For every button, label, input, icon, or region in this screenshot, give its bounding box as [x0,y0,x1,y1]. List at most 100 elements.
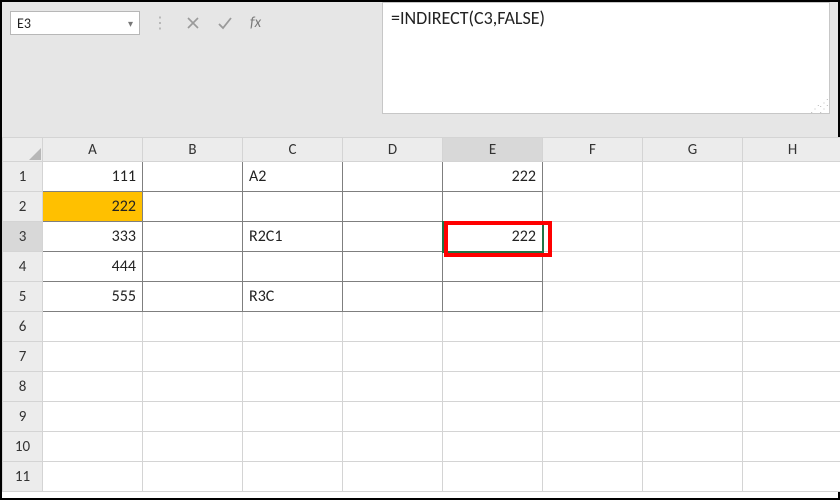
cell-A6[interactable] [43,312,143,342]
cell-F1[interactable] [543,162,643,192]
cell-F7[interactable] [543,342,643,372]
column-header-G[interactable]: G [643,138,743,162]
cell-B6[interactable] [143,312,243,342]
row-header-11[interactable]: 11 [3,462,43,492]
cell-B7[interactable] [143,342,243,372]
cell-G9[interactable] [643,402,743,432]
cell-D7[interactable] [343,342,443,372]
cell-B9[interactable] [143,402,243,432]
cell-B2[interactable] [143,192,243,222]
cell-H3[interactable] [743,222,840,252]
cell-B5[interactable] [143,282,243,312]
cell-B11[interactable] [143,462,243,492]
select-all-corner[interactable] [3,138,43,162]
cell-C1[interactable]: A2 [243,162,343,192]
cell-B8[interactable] [143,372,243,402]
cell-H4[interactable] [743,252,840,282]
cell-E3[interactable]: 222 [443,222,543,252]
cell-D11[interactable] [343,462,443,492]
row-header-6[interactable]: 6 [3,312,43,342]
cell-E2[interactable] [443,192,543,222]
row-header-4[interactable]: 4 [3,252,43,282]
cell-B1[interactable] [143,162,243,192]
cell-D5[interactable] [343,282,443,312]
cell-G3[interactable] [643,222,743,252]
cell-A1[interactable]: 111 [43,162,143,192]
cell-G6[interactable] [643,312,743,342]
cell-G5[interactable] [643,282,743,312]
cell-H10[interactable] [743,432,840,462]
cell-G4[interactable] [643,252,743,282]
cell-B10[interactable] [143,432,243,462]
cell-C8[interactable] [243,372,343,402]
row-header-8[interactable]: 8 [3,372,43,402]
row-header-7[interactable]: 7 [3,342,43,372]
cell-H5[interactable] [743,282,840,312]
cancel-formula-button[interactable] [180,12,206,34]
cell-E5[interactable] [443,282,543,312]
cell-C6[interactable] [243,312,343,342]
cell-H9[interactable] [743,402,840,432]
cell-B3[interactable] [143,222,243,252]
cell-D2[interactable] [343,192,443,222]
cell-E6[interactable] [443,312,543,342]
column-header-F[interactable]: F [543,138,643,162]
cell-A2[interactable]: 222 [43,192,143,222]
name-box[interactable]: E3 ▾ [10,11,140,35]
row-header-2[interactable]: 2 [3,192,43,222]
cell-G7[interactable] [643,342,743,372]
row-header-3[interactable]: 3 [3,222,43,252]
cell-A8[interactable] [43,372,143,402]
cell-D4[interactable] [343,252,443,282]
cell-F5[interactable] [543,282,643,312]
cell-F8[interactable] [543,372,643,402]
cell-A10[interactable] [43,432,143,462]
cell-D6[interactable] [343,312,443,342]
cell-E9[interactable] [443,402,543,432]
cell-H2[interactable] [743,192,840,222]
cell-B4[interactable] [143,252,243,282]
cell-D3[interactable] [343,222,443,252]
column-header-E[interactable]: E [443,138,543,162]
column-header-A[interactable]: A [43,138,143,162]
row-header-1[interactable]: 1 [3,162,43,192]
row-header-10[interactable]: 10 [3,432,43,462]
cell-H6[interactable] [743,312,840,342]
spreadsheet-grid[interactable]: ABCDEFGH 1111A222222223333R2C12224444555… [2,137,838,498]
column-header-B[interactable]: B [143,138,243,162]
cell-C5[interactable]: R3C [243,282,343,312]
cell-H8[interactable] [743,372,840,402]
cell-G10[interactable] [643,432,743,462]
cell-G2[interactable] [643,192,743,222]
formula-bar-resize-handle[interactable]: ⋰⋰⋰ [810,100,828,112]
cell-C7[interactable] [243,342,343,372]
cell-A3[interactable]: 333 [43,222,143,252]
column-header-D[interactable]: D [343,138,443,162]
cell-E7[interactable] [443,342,543,372]
insert-function-button[interactable]: fx [246,14,265,32]
cell-C10[interactable] [243,432,343,462]
cell-F11[interactable] [543,462,643,492]
cell-H11[interactable] [743,462,840,492]
column-header-H[interactable]: H [743,138,840,162]
cell-H1[interactable] [743,162,840,192]
cell-A11[interactable] [43,462,143,492]
cell-E8[interactable] [443,372,543,402]
cell-E4[interactable] [443,252,543,282]
cell-A9[interactable] [43,402,143,432]
cell-F4[interactable] [543,252,643,282]
enter-formula-button[interactable] [212,12,238,34]
cell-C9[interactable] [243,402,343,432]
cell-C11[interactable] [243,462,343,492]
cell-A5[interactable]: 555 [43,282,143,312]
cell-G1[interactable] [643,162,743,192]
row-header-9[interactable]: 9 [3,402,43,432]
row-header-5[interactable]: 5 [3,282,43,312]
cell-E11[interactable] [443,462,543,492]
cell-F10[interactable] [543,432,643,462]
cell-A4[interactable]: 444 [43,252,143,282]
cell-D8[interactable] [343,372,443,402]
cell-F3[interactable] [543,222,643,252]
cell-F6[interactable] [543,312,643,342]
formula-bar[interactable]: =INDIRECT(C3,FALSE) ⋰⋰⋰ [382,2,830,114]
